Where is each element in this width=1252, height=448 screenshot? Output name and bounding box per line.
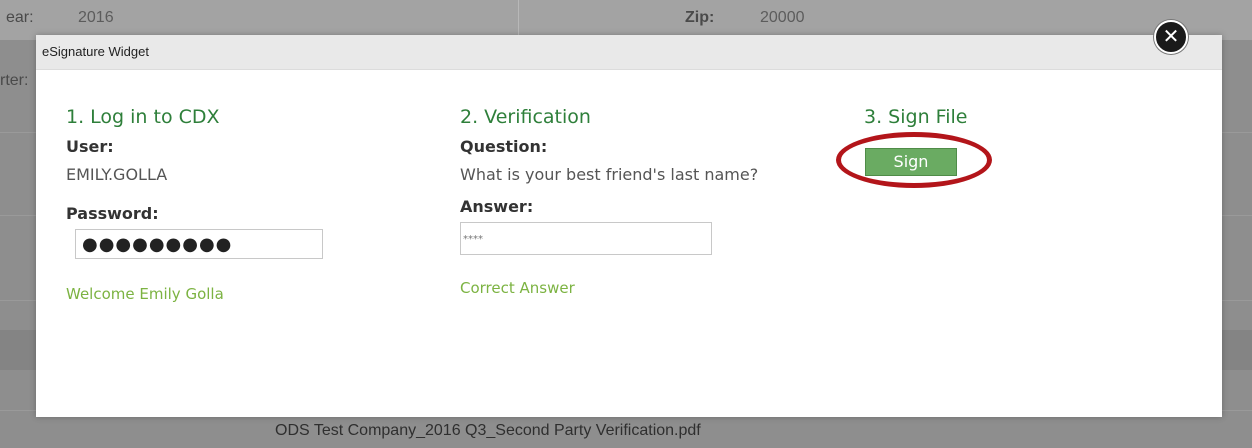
file-name-link[interactable]: ODS Test Company_2016 Q3_Second Party Ve… (275, 422, 701, 440)
year-value: 2016 (78, 9, 114, 26)
question-text: What is your best friend's last name? (460, 165, 759, 184)
user-label: User: (66, 137, 114, 156)
modal-header: eSignature Widget (36, 35, 1222, 70)
esignature-modal: eSignature Widget 1. Log in to CDX User:… (36, 35, 1222, 417)
answer-label: Answer: (460, 197, 534, 216)
password-input[interactable]: ●●●●●●●●● (75, 229, 323, 259)
zip-label: Zip: (685, 9, 715, 26)
sign-button[interactable]: Sign (865, 148, 957, 176)
background-divider (518, 0, 519, 40)
question-label: Question: (460, 137, 548, 156)
background-header-row (0, 0, 1252, 40)
login-status: Welcome Emily Golla (66, 285, 224, 303)
user-value: EMILY.GOLLA (66, 165, 168, 184)
quarter-label: rter: (0, 72, 29, 89)
step-login-title: 1. Log in to CDX (66, 106, 220, 128)
step-sign-title: 3. Sign File (864, 106, 968, 128)
zip-value: 20000 (760, 9, 805, 26)
password-label: Password: (66, 204, 159, 223)
step-verification-title: 2. Verification (460, 106, 591, 128)
answer-input[interactable]: **** (460, 222, 712, 255)
verification-status: Correct Answer (460, 279, 575, 297)
close-icon[interactable]: ✕ (1154, 20, 1188, 54)
modal-title: eSignature Widget (42, 44, 149, 59)
year-label: ear: (6, 9, 34, 26)
